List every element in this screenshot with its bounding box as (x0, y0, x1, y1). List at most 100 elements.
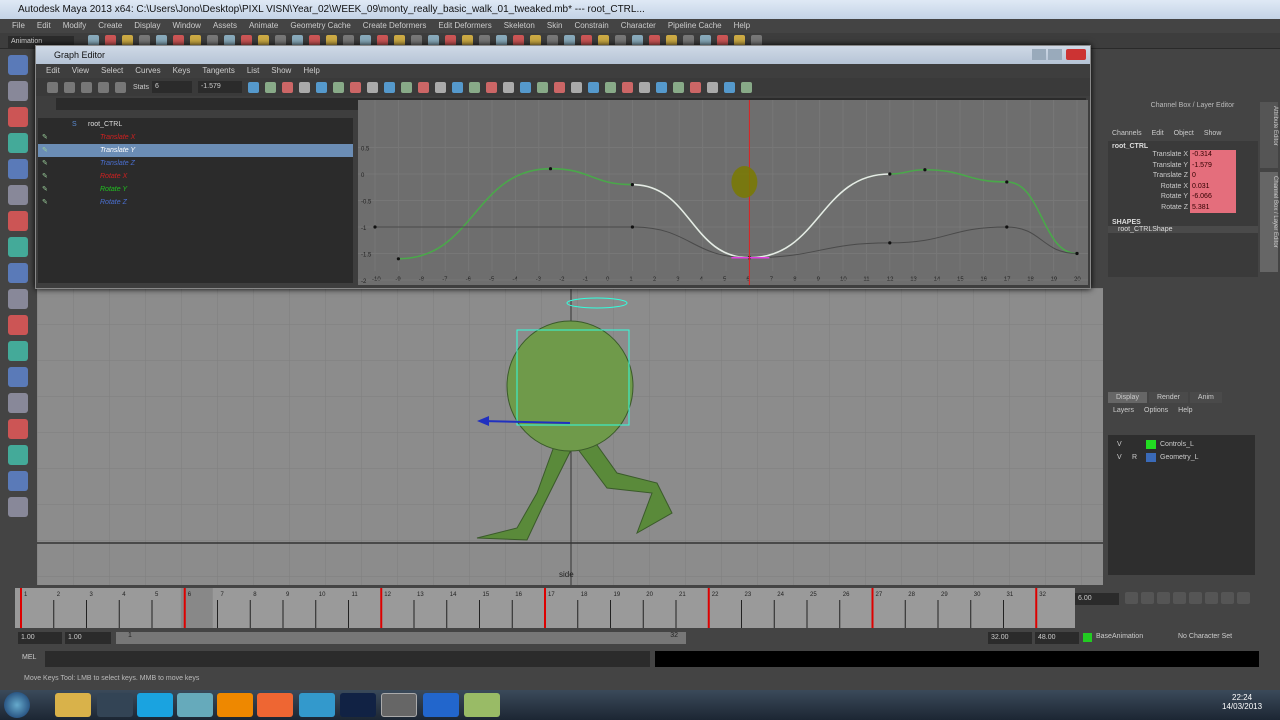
tool-icon[interactable] (8, 211, 28, 231)
retime-icon[interactable] (115, 81, 126, 93)
layer-tab-display[interactable]: Display (1108, 392, 1147, 403)
menu-window[interactable]: Window (173, 19, 201, 33)
outliner-channel[interactable]: ✎ Rotate X (38, 170, 353, 183)
taskbar-vlc[interactable] (217, 693, 253, 717)
range-start-field[interactable]: 1.00 (18, 632, 62, 644)
graph-tool-icon[interactable] (349, 81, 361, 93)
outliner-channel[interactable]: ✎ Translate Y (38, 144, 353, 157)
ge-menu-show[interactable]: Show (271, 64, 291, 78)
ge-menu-edit[interactable]: Edit (46, 64, 60, 78)
channel-row[interactable]: Rotate X 0.031 (1108, 181, 1258, 192)
channel-value[interactable]: -6.066 (1190, 192, 1236, 203)
cb-menu-channels[interactable]: Channels (1112, 130, 1142, 137)
play-forward-button[interactable] (1189, 592, 1202, 604)
graph-tool-icon[interactable] (400, 81, 412, 93)
character-set-dropdown[interactable]: No Character Set (1178, 633, 1232, 640)
menu-create-deformers[interactable]: Create Deformers (363, 19, 427, 33)
ge-menu-tangents[interactable]: Tangents (202, 64, 234, 78)
layer-color-swatch[interactable] (1146, 453, 1156, 462)
menu-pipeline-cache[interactable]: Pipeline Cache (668, 19, 722, 33)
range-slider[interactable]: 1 32 (116, 632, 686, 644)
layer-menu-options[interactable]: Options (1144, 407, 1168, 414)
layer-reference[interactable]: R (1132, 451, 1137, 464)
menu-geometry-cache[interactable]: Geometry Cache (290, 19, 350, 33)
layer-row[interactable]: V Controls_L (1108, 438, 1255, 451)
cb-menu-show[interactable]: Show (1204, 130, 1222, 137)
layer-tab-anim[interactable]: Anim (1189, 392, 1222, 403)
current-frame-field[interactable]: 6.00 (1075, 593, 1119, 605)
channel-row[interactable]: Rotate Z 5.381 (1108, 202, 1258, 213)
step-forward-button[interactable] (1205, 592, 1218, 604)
menu-skeleton[interactable]: Skeleton (504, 19, 535, 33)
channel-value[interactable]: -0.314 (1190, 150, 1236, 161)
layer-menu-help[interactable]: Help (1178, 407, 1192, 414)
graph-tool-icon[interactable] (689, 81, 701, 93)
graph-tool-icon[interactable] (315, 81, 327, 93)
channel-value[interactable]: -1.579 (1190, 160, 1236, 171)
graph-tool-icon[interactable] (298, 81, 310, 93)
tab-attribute-editor[interactable]: Attribute Editor (1260, 102, 1278, 168)
menu-display[interactable]: Display (134, 19, 160, 33)
menu-edit[interactable]: Edit (37, 19, 51, 33)
graph-tool-icon[interactable] (451, 81, 463, 93)
layer-color-swatch[interactable] (1146, 440, 1156, 449)
graph-tool-icon[interactable] (366, 81, 378, 93)
tool-icon[interactable] (8, 341, 28, 361)
shape-node[interactable]: root_CTRLShape (1108, 226, 1258, 233)
graph-tool-icon[interactable] (332, 81, 344, 93)
layer-visibility[interactable]: V (1117, 451, 1122, 464)
close-icon[interactable] (1066, 49, 1086, 60)
graph-tool-icon[interactable] (638, 81, 650, 93)
channel-row[interactable]: Rotate Y -6.066 (1108, 192, 1258, 203)
menu-create[interactable]: Create (98, 19, 122, 33)
ge-menu-help[interactable]: Help (303, 64, 319, 78)
last-frame-button[interactable] (1237, 592, 1250, 604)
menu-character[interactable]: Character (621, 19, 656, 33)
anim-layer-icon[interactable] (1083, 633, 1092, 642)
taskbar-photoshop[interactable] (340, 693, 376, 717)
graph-tool-icon[interactable] (434, 81, 446, 93)
graph-view[interactable]: -10-9-8-7-6-5-4-3-2-10123456789101112131… (358, 100, 1088, 312)
channel-value[interactable]: 5.381 (1190, 202, 1236, 213)
menu-file[interactable]: File (12, 19, 25, 33)
graph-tool-icon[interactable] (281, 81, 293, 93)
layer-tab-render[interactable]: Render (1148, 392, 1188, 403)
minimize-icon[interactable] (1032, 49, 1046, 60)
channel-row[interactable]: Translate Z0 (1108, 171, 1258, 182)
ge-menu-curves[interactable]: Curves (135, 64, 160, 78)
insert-key-icon[interactable] (64, 81, 75, 93)
menu-constrain[interactable]: Constrain (574, 19, 608, 33)
graph-tool-icon[interactable] (417, 81, 429, 93)
anim-layer-dropdown[interactable]: BaseAnimation (1096, 633, 1143, 640)
outliner-channel[interactable]: ✎ Translate X (38, 131, 353, 144)
viewport-side[interactable]: side (37, 288, 1103, 585)
mel-input[interactable] (45, 651, 650, 667)
graph-tool-icon[interactable] (604, 81, 616, 93)
tool-icon[interactable] (8, 445, 28, 465)
graph-tool-icon[interactable] (740, 81, 752, 93)
channel-row[interactable]: Translate X -0.314 (1108, 150, 1258, 161)
menu-edit-deformers[interactable]: Edit Deformers (438, 19, 491, 33)
taskbar-itunes[interactable] (299, 693, 335, 717)
graph-tool-icon[interactable] (587, 81, 599, 93)
next-key-button[interactable] (1221, 592, 1234, 604)
taskbar-explorer[interactable] (55, 693, 91, 717)
region-icon[interactable] (98, 81, 109, 93)
ge-menu-view[interactable]: View (72, 64, 89, 78)
tool-icon[interactable] (8, 289, 28, 309)
graph-tool-icon[interactable] (383, 81, 395, 93)
tool-icon[interactable] (8, 367, 28, 387)
first-frame-button[interactable] (1125, 592, 1138, 604)
tool-icon[interactable] (8, 419, 28, 439)
channel-box-object[interactable]: root_CTRL (1108, 143, 1258, 150)
taskbar-firefox[interactable] (257, 693, 293, 717)
cb-menu-object[interactable]: Object (1174, 130, 1194, 137)
taskbar-app[interactable] (177, 693, 213, 717)
tool-icon[interactable] (8, 393, 28, 413)
tool-icon[interactable] (8, 185, 28, 205)
playback-end-field[interactable]: 32.00 (988, 632, 1032, 644)
graph-tool-icon[interactable] (672, 81, 684, 93)
graph-tool-icon[interactable] (519, 81, 531, 93)
time-slider[interactable]: 1 2 3 4 5 6 7 8 9 10 11 12 13 14 15 16 17 18 19 20 21 22 23 24 2… (15, 588, 1075, 628)
layer-row[interactable]: V R Geometry_L (1108, 451, 1255, 464)
